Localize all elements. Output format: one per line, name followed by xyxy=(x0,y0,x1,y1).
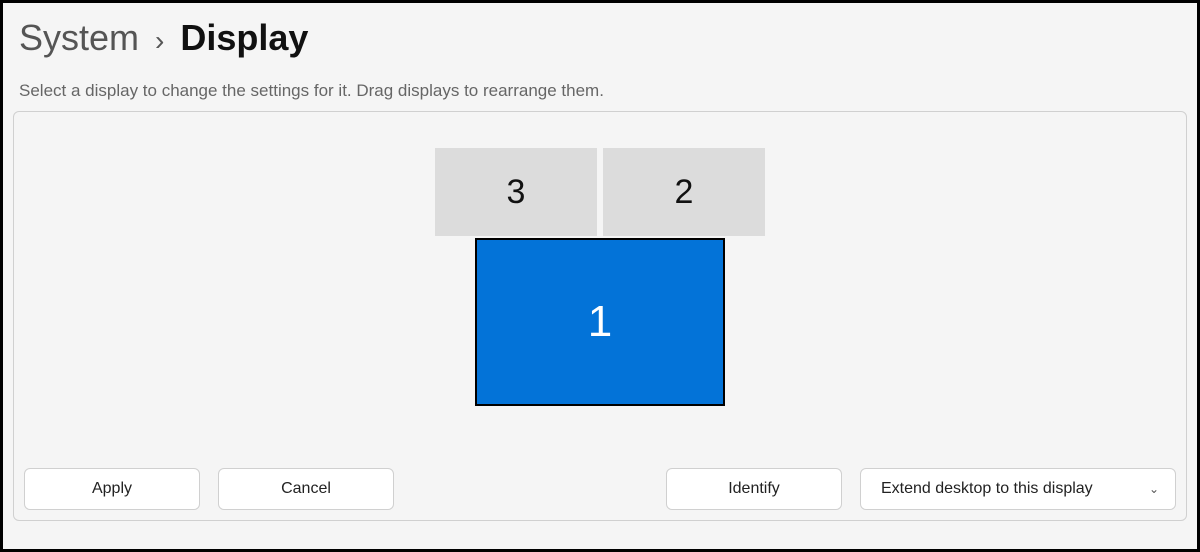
instruction-text: Select a display to change the settings … xyxy=(13,81,1187,101)
display-arrangement-panel: 3 2 1 Apply Cancel Identify Extend deskt… xyxy=(13,111,1187,521)
identify-button[interactable]: Identify xyxy=(666,468,842,510)
page-title: Display xyxy=(180,17,308,59)
chevron-right-icon: › xyxy=(155,25,164,57)
apply-button[interactable]: Apply xyxy=(24,468,200,510)
display-tile-2[interactable]: 2 xyxy=(603,148,765,236)
display-canvas[interactable]: 3 2 1 xyxy=(14,148,1186,406)
chevron-down-icon: ⌄ xyxy=(1149,482,1159,496)
cancel-button[interactable]: Cancel xyxy=(218,468,394,510)
display-tile-3[interactable]: 3 xyxy=(435,148,597,236)
breadcrumb: System › Display xyxy=(13,17,1187,59)
dropdown-selected-label: Extend desktop to this display xyxy=(881,480,1093,498)
display-tile-1-selected[interactable]: 1 xyxy=(475,238,725,406)
multi-display-mode-dropdown[interactable]: Extend desktop to this display ⌄ xyxy=(860,468,1176,510)
button-bar: Apply Cancel Identify Extend desktop to … xyxy=(24,468,1176,510)
breadcrumb-parent[interactable]: System xyxy=(19,17,139,59)
